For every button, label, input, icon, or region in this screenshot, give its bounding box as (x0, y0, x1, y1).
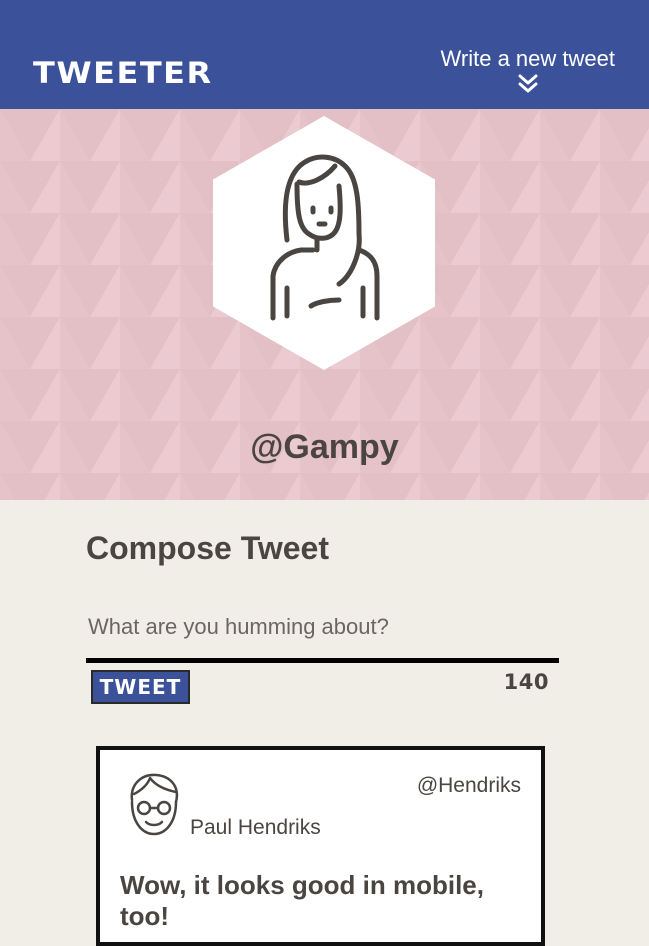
compose-title: Compose Tweet (86, 530, 329, 566)
write-new-tweet-label: Write a new tweet (440, 46, 615, 71)
double-chevron-down-icon (518, 74, 538, 93)
compose-tweet-input[interactable] (86, 596, 559, 663)
tweet-author-handle[interactable]: @Hendriks (417, 774, 521, 798)
tweet-button[interactable]: TWEET (91, 670, 190, 704)
profile-avatar[interactable] (213, 116, 435, 370)
tweet-author-name[interactable]: Paul Hendriks (190, 816, 321, 840)
tweet-card: Paul Hendriks @Hendriks Wow, it looks go… (96, 746, 545, 946)
profile-handle: @Gampy (250, 428, 399, 466)
tweet-text: Wow, it looks good in mobile, too! (120, 870, 484, 931)
character-counter: 140 (503, 670, 549, 694)
man-with-glasses-avatar-icon (130, 773, 179, 836)
brand-logo[interactable]: TWEETER (33, 57, 213, 88)
top-nav-bar: TWEETER Write a new tweet (0, 0, 649, 109)
write-new-tweet-link[interactable]: Write a new tweet (441, 45, 615, 94)
